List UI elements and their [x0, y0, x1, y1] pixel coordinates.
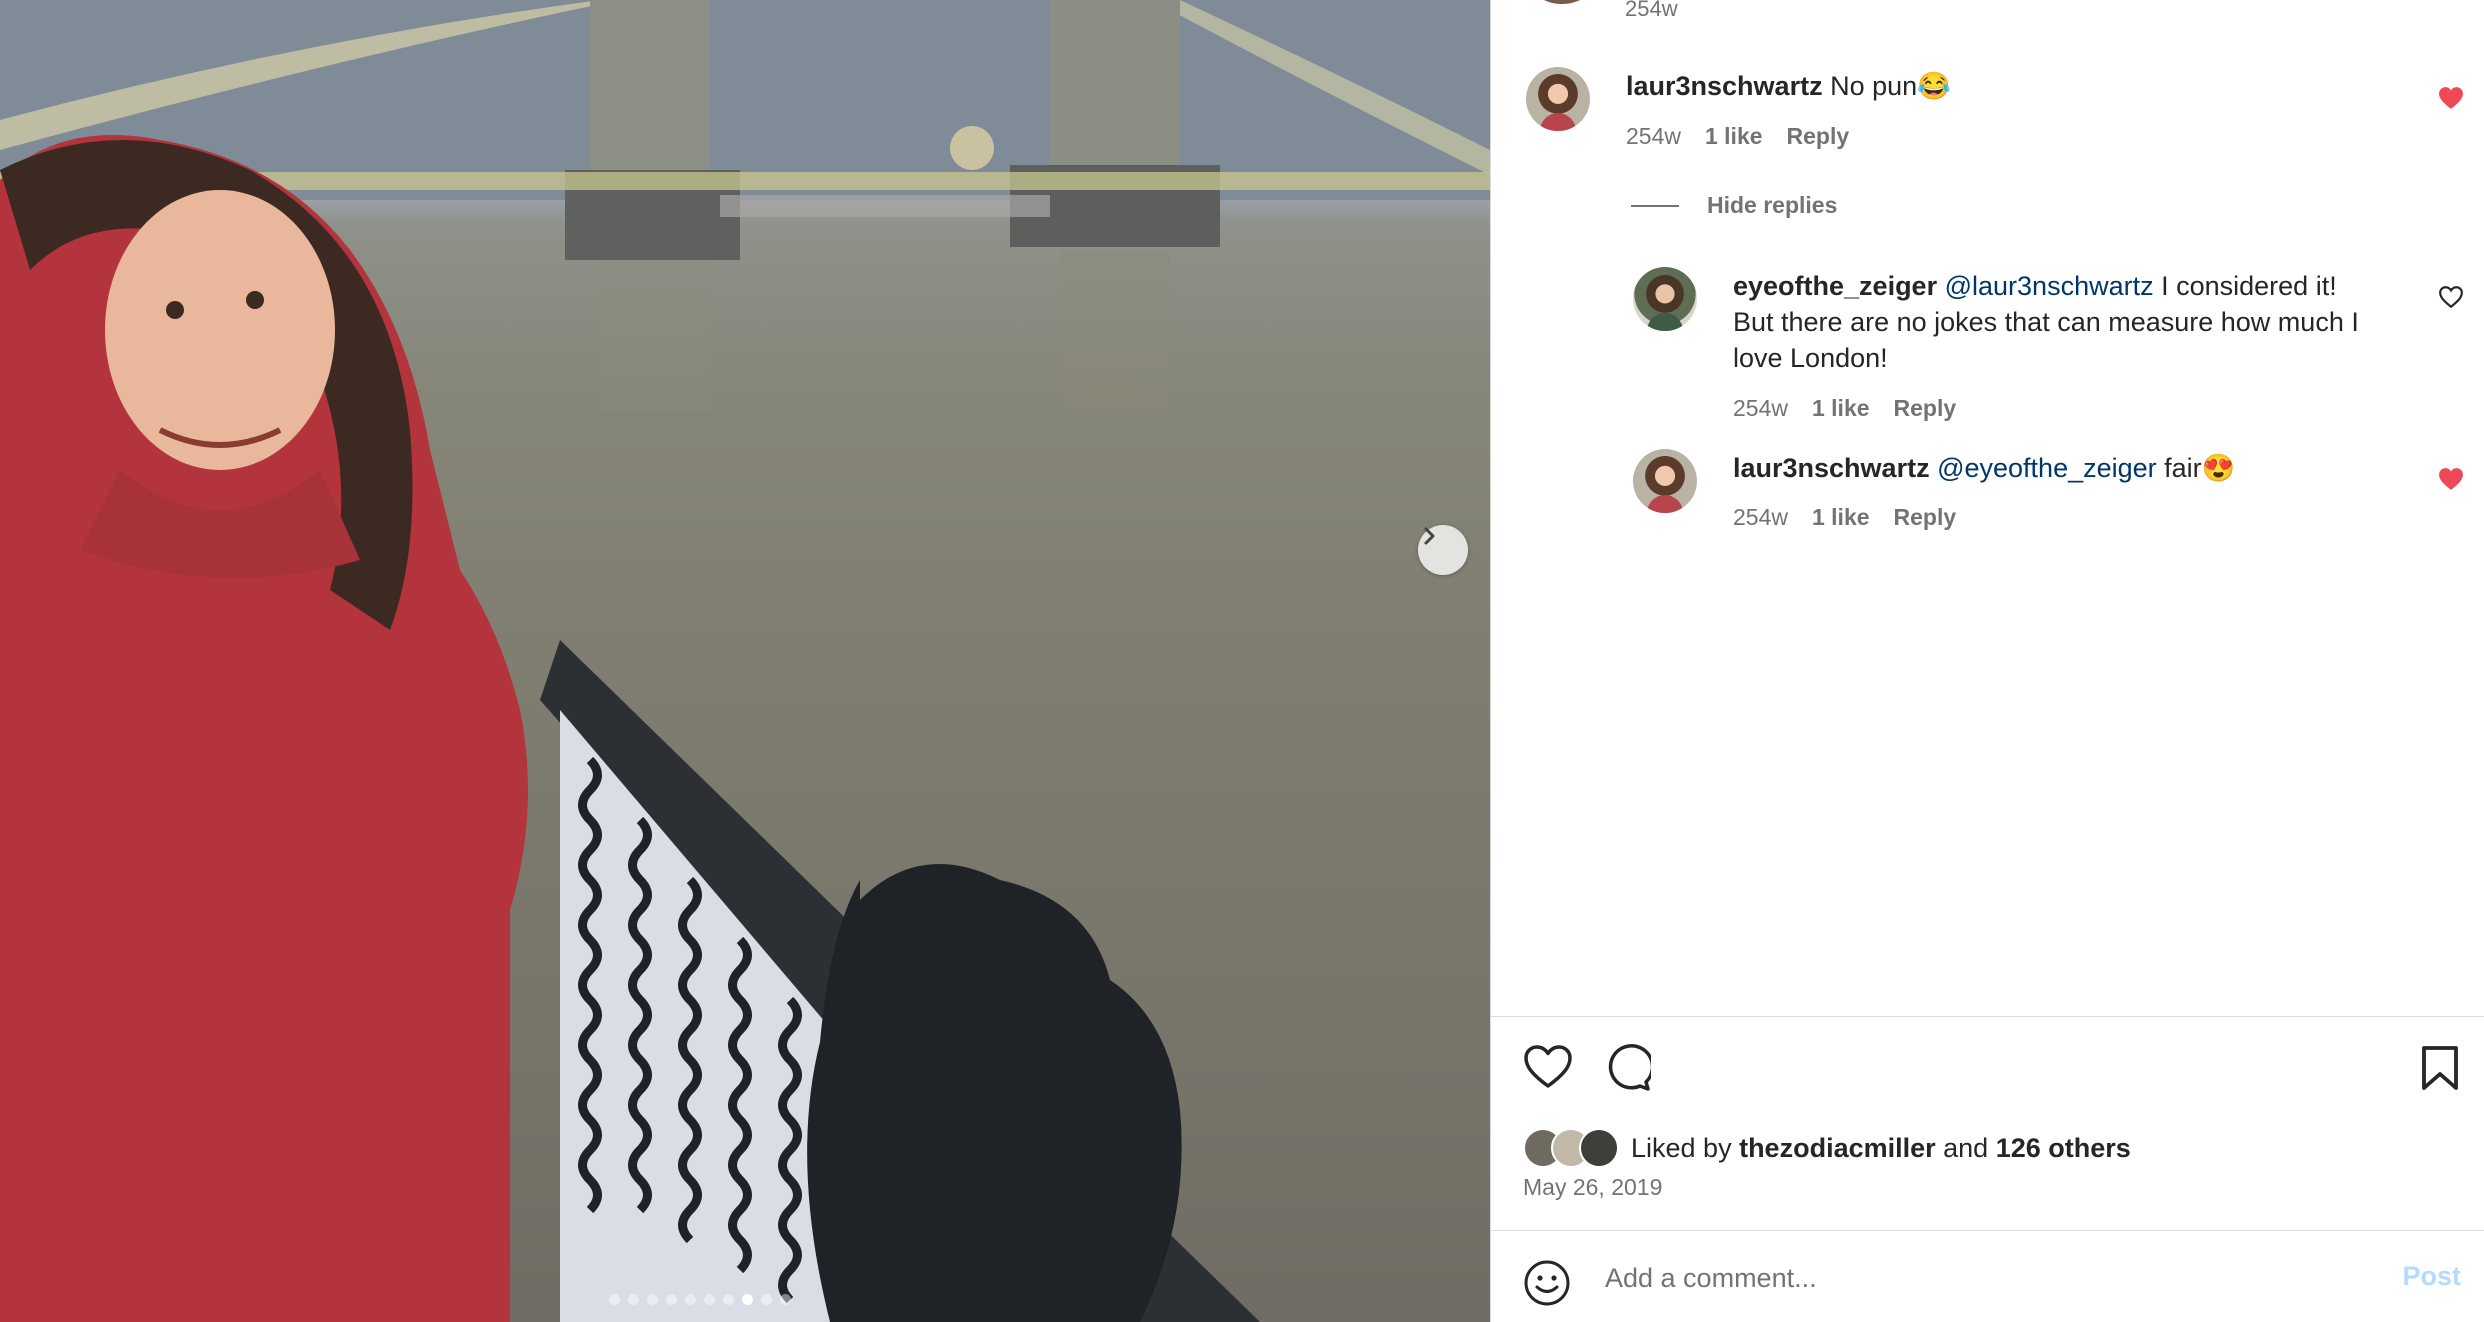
liked-by-text: Liked by thezodiacmiller and 126 others	[1631, 1133, 2131, 1164]
comment-likes[interactable]: 1 like	[1705, 123, 1763, 150]
comment-body: laur3nschwartz No pun😂	[1626, 68, 1951, 104]
post-photo[interactable]	[0, 0, 1490, 1322]
reply-likes[interactable]: 1 like	[1812, 395, 1870, 422]
comment-text: No pun😂	[1830, 71, 1951, 101]
comment-input[interactable]	[1603, 1253, 2367, 1303]
reply-body: eyeofthe_zeiger @laur3nschwartz I consid…	[1733, 268, 2433, 376]
reply-text: I considered it!	[2153, 271, 2337, 301]
comment-item: laur3nschwartz No pun😂 254w 1 like Reply	[1491, 0, 2484, 180]
reply-mention[interactable]: @laur3nschwartz	[1945, 271, 2154, 301]
comment-username[interactable]: laur3nschwartz	[1626, 71, 1823, 101]
heart-icon[interactable]	[2438, 285, 2464, 309]
avatar[interactable]	[1633, 267, 1697, 331]
reply-mention[interactable]: @eyeofthe_zeiger	[1937, 453, 2157, 483]
carousel-dot	[704, 1294, 715, 1305]
comment-icon[interactable]	[1603, 1044, 1651, 1092]
reply-username[interactable]: eyeofthe_zeiger	[1733, 271, 1937, 301]
likes-summary: Liked by thezodiacmiller and 126 others	[1523, 1128, 2131, 1168]
carousel-dot	[723, 1294, 734, 1305]
reply-button[interactable]: Reply	[1894, 504, 1957, 531]
next-photo-button[interactable]	[1418, 525, 1468, 575]
reply-body: laur3nschwartz @eyeofthe_zeiger fair😍	[1733, 450, 2235, 486]
reply-time: 254w	[1733, 395, 1788, 421]
carousel-dot	[666, 1294, 677, 1305]
reply-meta: 254w 1 like Reply	[1733, 395, 1956, 422]
comments-panel: 254w laur3nschwartz No pun😂 254w 1 like …	[1490, 0, 2484, 1322]
comment-bar: Post	[1491, 1230, 2484, 1322]
chevron-right-icon	[1424, 527, 1435, 545]
carousel-dot	[780, 1294, 791, 1305]
avatar[interactable]	[1633, 449, 1697, 513]
post-date[interactable]: May 26, 2019	[1523, 1174, 1662, 1201]
hide-replies-button[interactable]: Hide replies	[1631, 192, 1837, 219]
avatar[interactable]	[1526, 67, 1590, 131]
avatar	[1579, 1128, 1619, 1168]
reply-username[interactable]: laur3nschwartz	[1733, 453, 1930, 483]
carousel-dot	[742, 1294, 753, 1305]
reply-text: fair😍	[2156, 453, 2236, 483]
bookmark-icon[interactable]	[2419, 1044, 2461, 1092]
heart-icon[interactable]	[2438, 86, 2464, 110]
action-bar-divider	[1491, 1016, 2484, 1018]
reply-text: love London!	[1733, 343, 1888, 373]
carousel-dot	[647, 1294, 658, 1305]
liked-by-prefix: Liked by	[1631, 1132, 1740, 1163]
liked-by-user[interactable]: thezodiacmiller	[1739, 1133, 1936, 1163]
carousel-dots	[609, 1294, 791, 1305]
heart-icon[interactable]	[1523, 1044, 1573, 1090]
heart-icon[interactable]	[2438, 467, 2464, 491]
liked-by-middle: and	[1935, 1132, 1996, 1163]
carousel-dot	[609, 1294, 620, 1305]
divider	[1631, 204, 1679, 207]
reply-likes[interactable]: 1 like	[1812, 504, 1870, 531]
reply-time: 254w	[1733, 504, 1788, 530]
photo-scene	[0, 0, 1490, 1322]
post-button[interactable]: Post	[2402, 1261, 2461, 1292]
carousel-dot	[628, 1294, 639, 1305]
carousel-dot	[685, 1294, 696, 1305]
liker-avatars[interactable]	[1523, 1128, 1619, 1168]
comment-time: 254w	[1626, 123, 1681, 149]
reply-meta: 254w 1 like Reply	[1733, 504, 1956, 531]
reply-button[interactable]: Reply	[1787, 123, 1850, 150]
liked-by-others[interactable]: 126 others	[1996, 1133, 2131, 1163]
reply-button[interactable]: Reply	[1894, 395, 1957, 422]
hide-replies-label: Hide replies	[1707, 192, 1838, 218]
reply-text: But there are no jokes that can measure …	[1733, 307, 2359, 337]
emoji-icon[interactable]	[1523, 1259, 1571, 1307]
comment-meta: 254w 1 like Reply	[1626, 123, 1849, 150]
carousel-dot	[761, 1294, 772, 1305]
